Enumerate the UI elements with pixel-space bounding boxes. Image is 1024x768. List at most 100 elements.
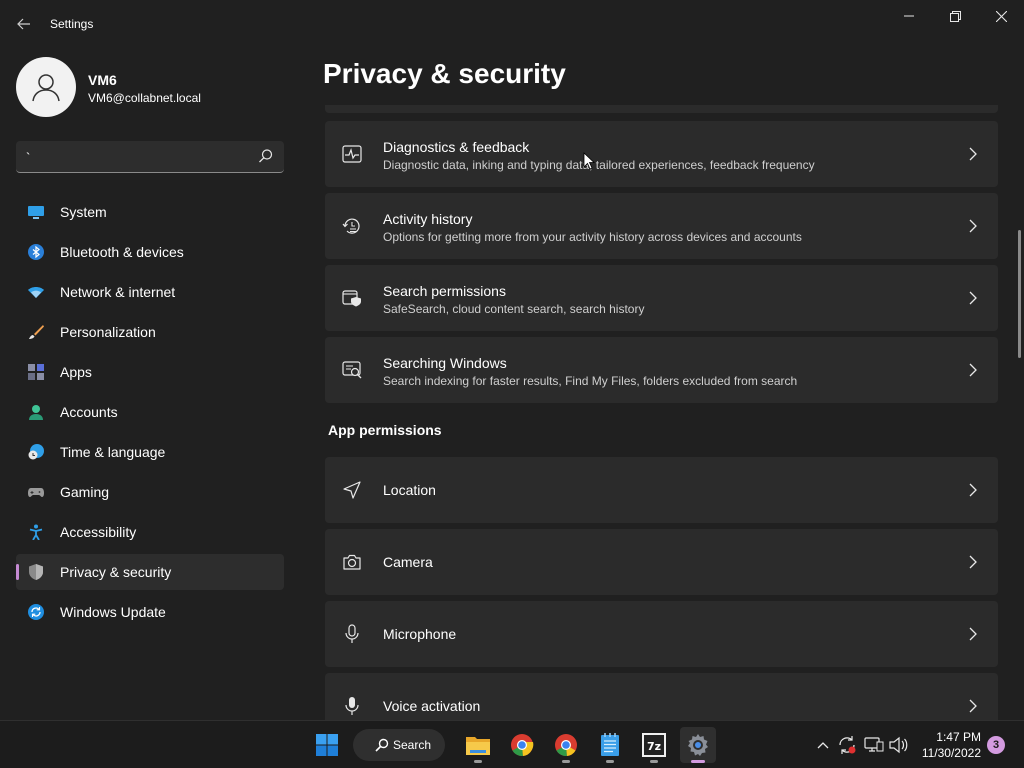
page-title: Privacy & security: [323, 58, 566, 89]
clock-date: 11/30/2022: [921, 746, 981, 760]
sidebar-item-label: Privacy & security: [60, 564, 172, 580]
search-input[interactable]: [26, 147, 246, 167]
chrome-icon: [511, 734, 534, 757]
microphone-card[interactable]: Microphone: [325, 601, 998, 667]
sidebar-item-personalization[interactable]: Personalization: [16, 314, 284, 350]
accounts-icon: [29, 405, 43, 420]
taskbar-search-button[interactable]: Search: [353, 729, 445, 761]
sidebar-item-accessibility[interactable]: Accessibility: [16, 514, 284, 550]
sidebar-item-bluetooth[interactable]: Bluetooth & devices: [16, 234, 284, 270]
taskbar-chrome-1[interactable]: [504, 727, 540, 763]
camera-icon: [343, 554, 361, 570]
notification-badge[interactable]: 3: [987, 736, 1005, 754]
chevron-right-icon: [969, 363, 977, 377]
sync-error-icon: [839, 736, 856, 754]
shield-icon: [29, 564, 43, 580]
gamepad-icon: [28, 488, 44, 497]
search-permissions-icon: [342, 290, 361, 307]
sidebar-item-label: System: [60, 204, 107, 220]
taskbar-7zip[interactable]: 7z: [636, 727, 672, 763]
diagnostics-icon: [342, 145, 362, 163]
scrollbar-thumb[interactable]: [1018, 230, 1021, 358]
search-icon[interactable]: [258, 148, 274, 164]
taskbar-notepad[interactable]: [592, 727, 628, 763]
start-button[interactable]: [309, 727, 345, 763]
7zip-icon: 7z: [642, 733, 666, 757]
card-title: Searching Windows: [383, 355, 507, 371]
diagnostics-feedback-card[interactable]: Diagnostics & feedback Diagnostic data, …: [325, 121, 998, 187]
sidebar-item-gaming[interactable]: Gaming: [16, 474, 284, 510]
sidebar-item-accounts[interactable]: Accounts: [16, 394, 284, 430]
sidebar-nav: System Bluetooth & devices Network & int…: [16, 194, 284, 634]
sidebar-item-label: Accounts: [60, 404, 118, 420]
card-title: Voice activation: [383, 698, 481, 714]
sidebar-item-system[interactable]: System: [16, 194, 284, 230]
location-card[interactable]: Location: [325, 457, 998, 523]
close-button[interactable]: [978, 0, 1024, 32]
settings-icon: [688, 734, 708, 756]
sidebar-item-label: Apps: [60, 364, 92, 380]
settings-search[interactable]: [16, 141, 284, 173]
app-permissions-heading: App permissions: [328, 422, 442, 438]
taskbar: Search 7z 1:47 PM 11/30/2022 3: [0, 720, 1024, 768]
sidebar-item-privacy-security[interactable]: Privacy & security: [16, 554, 284, 590]
back-button[interactable]: [10, 10, 38, 38]
user-icon: [32, 74, 60, 102]
svg-text:7z: 7z: [647, 740, 661, 753]
system-icon: [28, 206, 44, 219]
card-description: Diagnostic data, inking and typing data,…: [383, 158, 815, 172]
camera-card[interactable]: Camera: [325, 529, 998, 595]
accessibility-icon: [29, 524, 43, 540]
activity-history-card[interactable]: Activity history Options for getting mor…: [325, 193, 998, 259]
sidebar-item-network[interactable]: Network & internet: [16, 274, 284, 310]
tray-network[interactable]: [864, 735, 884, 755]
search-permissions-card[interactable]: Search permissions SafeSearch, cloud con…: [325, 265, 998, 331]
network-ethernet-icon: [864, 737, 884, 752]
restore-icon: [949, 10, 961, 22]
running-indicator: [650, 760, 658, 763]
speaker-icon: [889, 736, 908, 754]
sidebar-item-apps[interactable]: Apps: [16, 354, 284, 390]
chevron-right-icon: [969, 699, 977, 713]
chevron-up-icon: [817, 742, 829, 749]
searching-windows-icon: [342, 361, 362, 379]
apps-icon: [28, 364, 44, 380]
card-title: Diagnostics & feedback: [383, 139, 530, 155]
chevron-right-icon: [969, 555, 977, 569]
avatar[interactable]: [16, 57, 76, 117]
running-indicator: [474, 760, 482, 763]
searching-windows-card[interactable]: Searching Windows Search indexing for fa…: [325, 337, 998, 403]
taskbar-search-label: Search: [393, 738, 432, 752]
tray-volume[interactable]: [889, 735, 909, 755]
show-hidden-icons-button[interactable]: [813, 735, 833, 755]
card-title: Location: [383, 482, 436, 498]
taskbar-chrome-2[interactable]: [548, 727, 584, 763]
app-title: Settings: [50, 17, 94, 31]
sidebar-item-label: Accessibility: [60, 524, 137, 540]
tray-sync-status[interactable]: [837, 735, 857, 755]
search-icon: [375, 738, 389, 752]
clock-time: 1:47 PM: [936, 730, 981, 744]
taskbar-settings[interactable]: [680, 727, 716, 763]
windows-start-icon: [316, 734, 338, 756]
title-bar: Settings: [0, 0, 1024, 48]
minimize-button[interactable]: [886, 0, 932, 32]
card-description: Search indexing for faster results, Find…: [383, 374, 798, 388]
sidebar-item-time-language[interactable]: Time & language: [16, 434, 284, 470]
voice-activation-card[interactable]: Voice activation: [325, 673, 998, 720]
chevron-right-icon: [969, 483, 977, 497]
sidebar-item-label: Windows Update: [60, 604, 166, 620]
running-indicator: [691, 760, 705, 763]
running-indicator: [606, 760, 614, 763]
chevron-right-icon: [969, 219, 977, 233]
sidebar-item-windows-update[interactable]: Windows Update: [16, 594, 284, 630]
user-name: VM6: [88, 72, 117, 88]
chrome-icon: [555, 734, 577, 757]
microphone-icon: [345, 624, 359, 643]
mouse-cursor-icon: [583, 152, 595, 170]
location-icon: [343, 481, 361, 499]
chevron-right-icon: [969, 147, 977, 161]
card-description: Options for getting more from your activ…: [383, 230, 802, 244]
taskbar-file-explorer[interactable]: [460, 727, 496, 763]
maximize-button[interactable]: [932, 0, 978, 32]
